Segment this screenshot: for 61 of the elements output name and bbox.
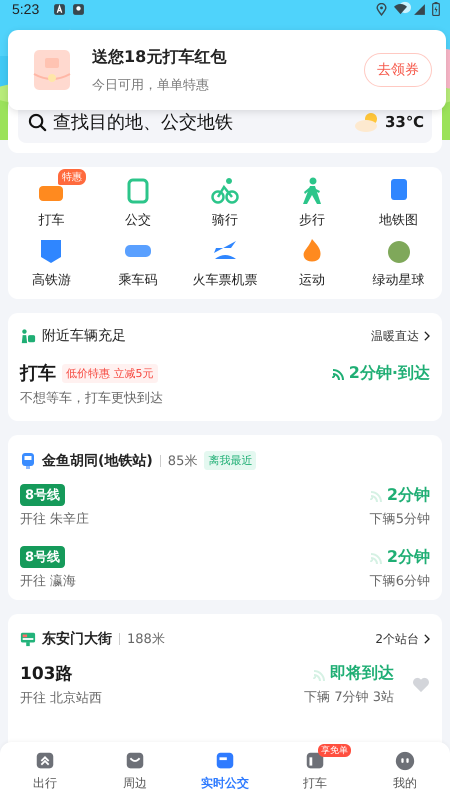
line-badge: 8号线 xyxy=(20,546,66,568)
bus-stop-sign-icon xyxy=(20,630,36,648)
signal-waves-icon xyxy=(368,488,383,502)
wifi-icon xyxy=(394,2,407,16)
bicycle-icon xyxy=(210,177,239,205)
temperature: 33℃ xyxy=(384,113,424,131)
service-shortcut[interactable]: 公交 xyxy=(94,169,182,229)
destination: 开往 北京站西 xyxy=(20,690,102,707)
search-icon xyxy=(28,112,47,132)
station-name: 金鱼胡同(地铁站) xyxy=(42,452,153,470)
service-shortcut[interactable]: 绿动星球 xyxy=(355,229,442,289)
nearest-tag: 离我最近 xyxy=(204,451,256,470)
notification-subtitle: 今日可用，单单特惠 xyxy=(92,76,210,94)
subway-sign-icon xyxy=(20,452,36,470)
service-shortcut[interactable]: 骑行 xyxy=(182,169,268,229)
service-shortcut[interactable]: 步行 xyxy=(268,169,356,229)
next-arrival: 下辆 7分钟 3站 xyxy=(304,689,394,706)
promo-badge: 特惠 xyxy=(58,169,86,185)
arrival-time: 即将到达 xyxy=(330,663,394,684)
service-shortcut[interactable]: 运动 xyxy=(268,229,356,289)
signal-waves-icon xyxy=(368,550,383,564)
section-link[interactable]: 2个站台 xyxy=(375,630,430,648)
tab[interactable]: 周边 xyxy=(90,742,180,800)
arrival-time: 2分钟 xyxy=(386,546,430,568)
tab[interactable]: 我的 xyxy=(360,742,450,800)
next-arrival: 下辆6分钟 xyxy=(370,572,430,590)
arrival-time: 2分钟·到达 xyxy=(348,362,430,384)
line-badge: 8号线 xyxy=(20,484,66,506)
signal-icon xyxy=(413,2,426,16)
section-title: 附近车辆充足 xyxy=(42,327,126,345)
tab[interactable]: 出行 xyxy=(0,742,90,800)
discount-tag: 低价特惠 立减5元 xyxy=(62,364,158,382)
destination: 开往 朱辛庄 xyxy=(20,511,90,528)
route-name: 103路 xyxy=(20,663,72,685)
next-arrival: 下辆5分钟 xyxy=(370,510,430,528)
service-shortcut[interactable]: 高铁游 xyxy=(8,229,95,289)
service-shortcut[interactable]: 特惠 打车 xyxy=(8,169,95,229)
section-link[interactable]: 温暖直达 xyxy=(371,328,430,344)
service-shortcut[interactable]: 乘车码 xyxy=(94,229,182,289)
location-icon xyxy=(375,2,388,16)
notification-card[interactable]: 送您18元打车红包 今日可用，单单特惠 去领券 xyxy=(8,30,446,110)
stop-distance: 188米 xyxy=(127,631,165,648)
destination: 开往 瀛海 xyxy=(20,573,76,590)
stop-name: 东安门大街 xyxy=(42,630,112,648)
heart-icon[interactable] xyxy=(412,676,430,692)
chevron-right-icon xyxy=(423,634,430,644)
signal-waves-icon xyxy=(330,366,345,380)
face-icon xyxy=(394,750,416,772)
clock-time: 5:23 xyxy=(12,1,40,17)
station-distance: 85米 xyxy=(168,452,198,470)
service-shortcut[interactable]: 火车票机票 xyxy=(182,229,268,289)
service-shortcut[interactable]: 地铁图 xyxy=(355,169,442,229)
chevron-right-icon xyxy=(423,331,430,341)
service-name: 打车 xyxy=(20,362,56,385)
battery-icon xyxy=(432,2,440,16)
promo-badge: 享免单 xyxy=(318,744,351,757)
arrival-time: 2分钟 xyxy=(386,484,430,506)
notification-title: 送您18元打车红包 xyxy=(92,46,228,68)
service-description: 不想等车，打车更快到达 xyxy=(20,390,164,407)
tab[interactable]: 享免单 打车 xyxy=(270,742,360,800)
tab[interactable]: 实时公交 xyxy=(180,742,270,800)
